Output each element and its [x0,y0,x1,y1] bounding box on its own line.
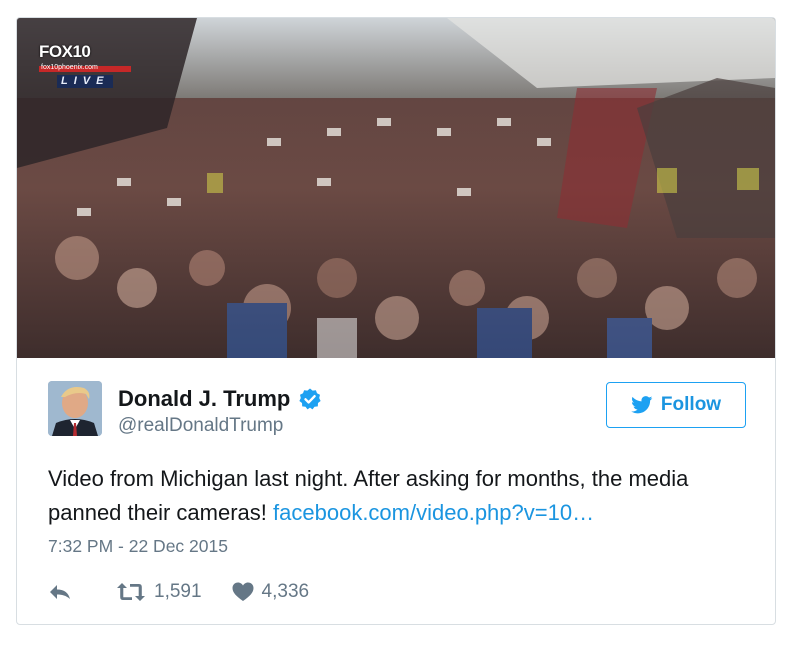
twitter-bird-icon [631,396,653,414]
user-handle[interactable]: @realDonaldTrump [118,415,283,437]
channel-logo: FOX10 fox10phoenix.com LIVE [35,38,135,98]
name-row: Donald J. Trump [118,385,322,413]
retweet-count: 1,591 [154,581,202,602]
avatar-image [48,381,102,436]
like-count: 4,336 [261,581,310,602]
heart-icon [232,582,254,601]
video-thumbnail[interactable]: FOX10 fox10phoenix.com LIVE [17,18,775,358]
display-name[interactable]: Donald J. Trump [118,386,290,412]
retweet-button[interactable]: 1,591 [116,581,202,603]
follow-label: Follow [660,394,722,415]
tweet-actions: 1,591 4,336 [48,577,339,607]
retweet-icon [117,583,145,601]
tweet-card: FOX10 fox10phoenix.com LIVE Donald J. Tr… [16,17,776,625]
channel-url: fox10phoenix.com [41,64,98,71]
channel-name: FOX10 [39,42,91,61]
avatar[interactable] [48,381,102,436]
reply-icon [50,585,70,599]
like-button[interactable]: 4,336 [232,581,310,603]
live-label: LIVE [57,75,114,88]
tweet-timestamp[interactable]: 7:32 PM - 22 Dec 2015 [48,536,228,557]
verified-badge-icon [299,388,321,410]
tweet-header: Donald J. Trump @realDonaldTrump Follow [48,381,748,441]
tweet-text: Video from Michigan last night. After as… [48,462,748,530]
reply-button[interactable] [48,582,80,602]
tweet-link[interactable]: facebook.com/video.php?v=10… [273,500,594,525]
follow-button[interactable]: Follow [606,382,746,428]
